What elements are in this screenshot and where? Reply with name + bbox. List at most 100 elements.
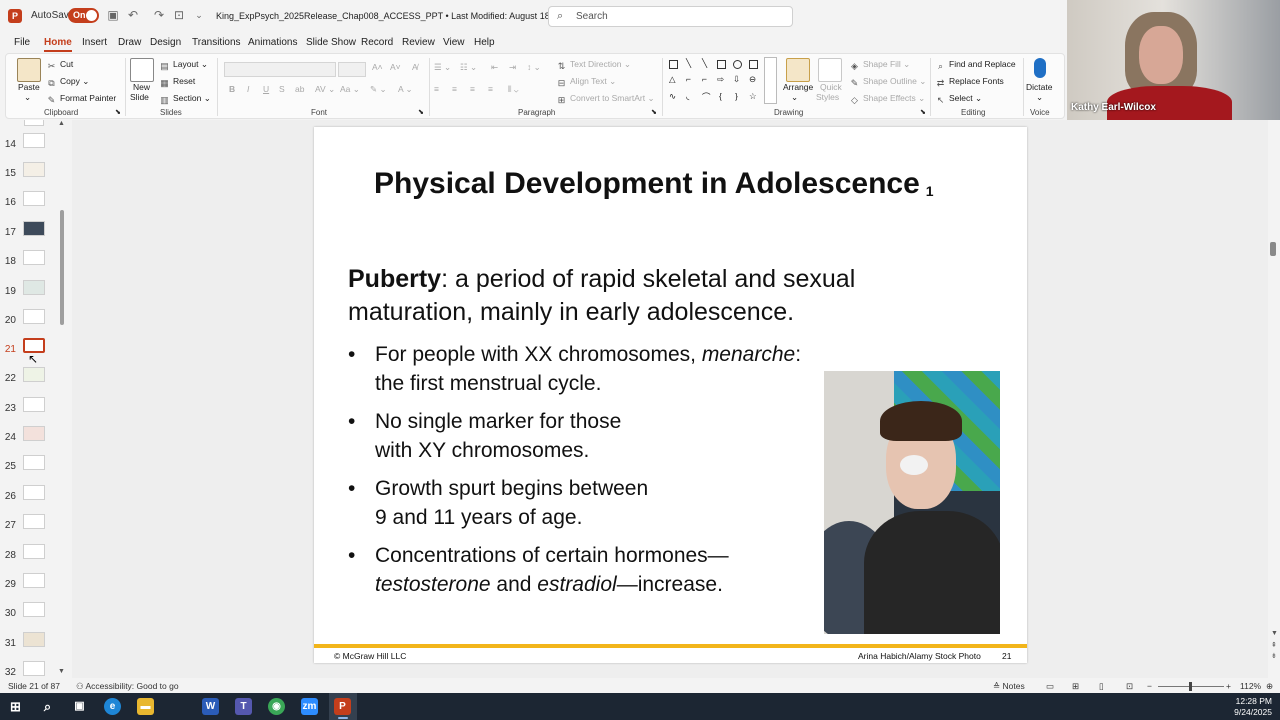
slide-thumbnail[interactable]	[23, 250, 45, 265]
thumb-scroll-down-icon[interactable]: ▼	[58, 668, 65, 675]
increase-indent-icon[interactable]: ⇥	[509, 62, 516, 73]
shape-fill-button[interactable]: ◈ Shape Fill ⌄	[849, 59, 910, 72]
system-clock[interactable]: 12:28 PM 9/24/2025	[1234, 696, 1272, 718]
slide-thumbnail[interactable]	[23, 280, 45, 295]
tab-slide-show[interactable]: Slide Show	[306, 37, 356, 48]
decrease-indent-icon[interactable]: ⇤	[491, 62, 498, 73]
text-direction-button[interactable]: ⇅ Text Direction ⌄	[556, 59, 631, 72]
task-view-icon[interactable]: ▣	[71, 698, 88, 715]
rectangle-shape-icon[interactable]	[717, 60, 726, 69]
redo-icon[interactable]: ↷	[152, 8, 166, 22]
decrease-font-icon[interactable]: A˅	[390, 62, 401, 72]
star-shape-icon[interactable]: ☆	[749, 91, 757, 102]
find-replace-button[interactable]: ⌕ Find and Replace	[935, 59, 1016, 72]
slide-thumbnail[interactable]	[23, 221, 45, 236]
tab-animations[interactable]: Animations	[248, 37, 297, 48]
justify-icon[interactable]: ≡	[488, 84, 493, 94]
clipboard-launcher-icon[interactable]: ⬊	[115, 108, 121, 116]
layout-button[interactable]: ▤ Layout ⌄	[159, 59, 208, 72]
slide-thumbnail[interactable]	[23, 661, 45, 676]
tab-transitions[interactable]: Transitions	[192, 37, 241, 48]
char-spacing-icon[interactable]: AV ⌄	[315, 84, 335, 95]
search-box[interactable]: ⌕ Search	[548, 6, 793, 27]
paragraph-launcher-icon[interactable]: ⬊	[651, 108, 657, 116]
previous-slide-icon[interactable]: ⇞	[1271, 641, 1277, 649]
slide[interactable]: Physical Development in Adolescence 1 Pub…	[314, 127, 1027, 663]
triangle-shape-icon[interactable]: △	[669, 74, 676, 85]
undo-icon[interactable]: ↶	[126, 8, 140, 22]
tab-record[interactable]: Record	[361, 37, 393, 48]
clear-format-icon[interactable]: A̸	[412, 62, 418, 72]
shadow-icon[interactable]: ab	[295, 84, 304, 94]
brace-shape-icon[interactable]: }	[735, 91, 738, 101]
search-taskbar-icon[interactable]: ⌕	[39, 698, 56, 715]
numbering-icon[interactable]: ☷ ⌄	[460, 62, 477, 73]
slide-thumbnail[interactable]	[23, 309, 45, 324]
line-spacing-icon[interactable]: ↕ ⌄	[527, 62, 541, 73]
slide-main-text[interactable]: Puberty: a period of rapid skeletal and …	[348, 263, 968, 329]
tab-file[interactable]: File	[14, 37, 30, 48]
format-painter-button[interactable]: ✎ Format Painter	[46, 93, 117, 106]
font-color-icon[interactable]: A ⌄	[398, 84, 413, 95]
oval-shape-icon[interactable]	[733, 60, 742, 69]
copy-button[interactable]: ⧉ Copy ⌄	[46, 76, 89, 89]
reset-button[interactable]: ▦ Reset	[159, 76, 195, 89]
thumb-scroll-up-icon[interactable]: ▲	[58, 120, 65, 127]
quick-styles-button-line2[interactable]: Styles	[816, 92, 839, 102]
increase-font-icon[interactable]: A˄	[372, 62, 383, 72]
arrow-down-shape-icon[interactable]: ⇩	[733, 74, 740, 85]
notes-button[interactable]: ≙ Notes	[993, 681, 1025, 692]
shapes-gallery-scroll[interactable]	[764, 57, 777, 104]
canvas-scrollbar-thumb[interactable]	[1270, 242, 1276, 256]
brace-shape-icon[interactable]: {	[719, 91, 722, 101]
next-slide-icon[interactable]: ⇟	[1271, 652, 1277, 660]
paste-dropdown-icon[interactable]: ⌄	[24, 92, 31, 103]
quick-styles-icon[interactable]	[818, 58, 842, 82]
slide-title[interactable]: Physical Development in Adolescence 1	[374, 167, 934, 201]
zoom-in-icon[interactable]: +	[1226, 681, 1231, 691]
font-size-box[interactable]	[338, 62, 366, 77]
quick-styles-button[interactable]: Quick	[820, 82, 842, 92]
strikethrough-icon[interactable]: S	[279, 84, 285, 94]
connector-shape-icon[interactable]: ⌐	[702, 74, 707, 84]
replace-fonts-button[interactable]: ⇄ Replace Fonts	[935, 76, 1004, 89]
file-explorer-icon[interactable]: ▬	[137, 698, 154, 715]
fit-to-window-icon[interactable]: ⊕	[1266, 681, 1273, 692]
new-slide-icon[interactable]	[130, 58, 154, 82]
select-button[interactable]: ↖ Select ⌄	[935, 93, 982, 106]
slide-sorter-icon[interactable]: ⊞	[1072, 681, 1079, 692]
slide-thumbnail[interactable]	[23, 573, 45, 588]
edge-browser-icon[interactable]: e	[104, 698, 121, 715]
font-name-box[interactable]	[224, 62, 336, 77]
paste-button[interactable]: Paste	[18, 82, 40, 92]
tab-home[interactable]: Home	[44, 37, 72, 52]
change-case-icon[interactable]: Aa ⌄	[340, 84, 360, 95]
zoom-out-icon[interactable]: −	[1147, 681, 1152, 691]
flowchart-shape-icon[interactable]: ⊖	[749, 74, 756, 85]
slide-thumbnail-partial[interactable]	[24, 120, 44, 126]
slide-thumbnail[interactable]	[23, 514, 45, 529]
present-icon[interactable]: ⊡	[172, 8, 186, 22]
new-slide-button-line2[interactable]: Slide	[130, 92, 149, 102]
canvas-scroll-down-icon[interactable]: ▼	[1271, 630, 1278, 637]
cut-button[interactable]: ✂ Cut	[46, 59, 74, 72]
dictate-button[interactable]: Dictate	[1026, 82, 1052, 92]
arc-shape-icon[interactable]: ◟	[686, 91, 689, 102]
bold-icon[interactable]: B	[229, 84, 235, 94]
slideshow-view-icon[interactable]: ⊡	[1126, 681, 1133, 692]
slide-thumbnail[interactable]	[23, 191, 45, 206]
slide-thumbnail[interactable]	[23, 544, 45, 559]
textbox-shape-icon[interactable]	[669, 60, 678, 69]
shaving-teen-photo[interactable]	[824, 371, 1000, 634]
new-slide-button[interactable]: New	[133, 82, 150, 92]
section-button[interactable]: ▥ Section ⌄	[159, 93, 211, 106]
italic-icon[interactable]: I	[247, 84, 249, 94]
rectangle-shape-icon[interactable]	[749, 60, 758, 69]
accessibility-status[interactable]: ⚇ Accessibility: Good to go	[76, 681, 179, 692]
tab-view[interactable]: View	[443, 37, 465, 48]
slide-thumbnail[interactable]	[23, 397, 45, 412]
zoom-level[interactable]: 112%	[1240, 681, 1261, 691]
zoom-slider-thumb[interactable]	[1189, 682, 1192, 691]
font-launcher-icon[interactable]: ⬊	[418, 108, 424, 116]
arrange-button[interactable]: Arrange	[783, 82, 813, 92]
